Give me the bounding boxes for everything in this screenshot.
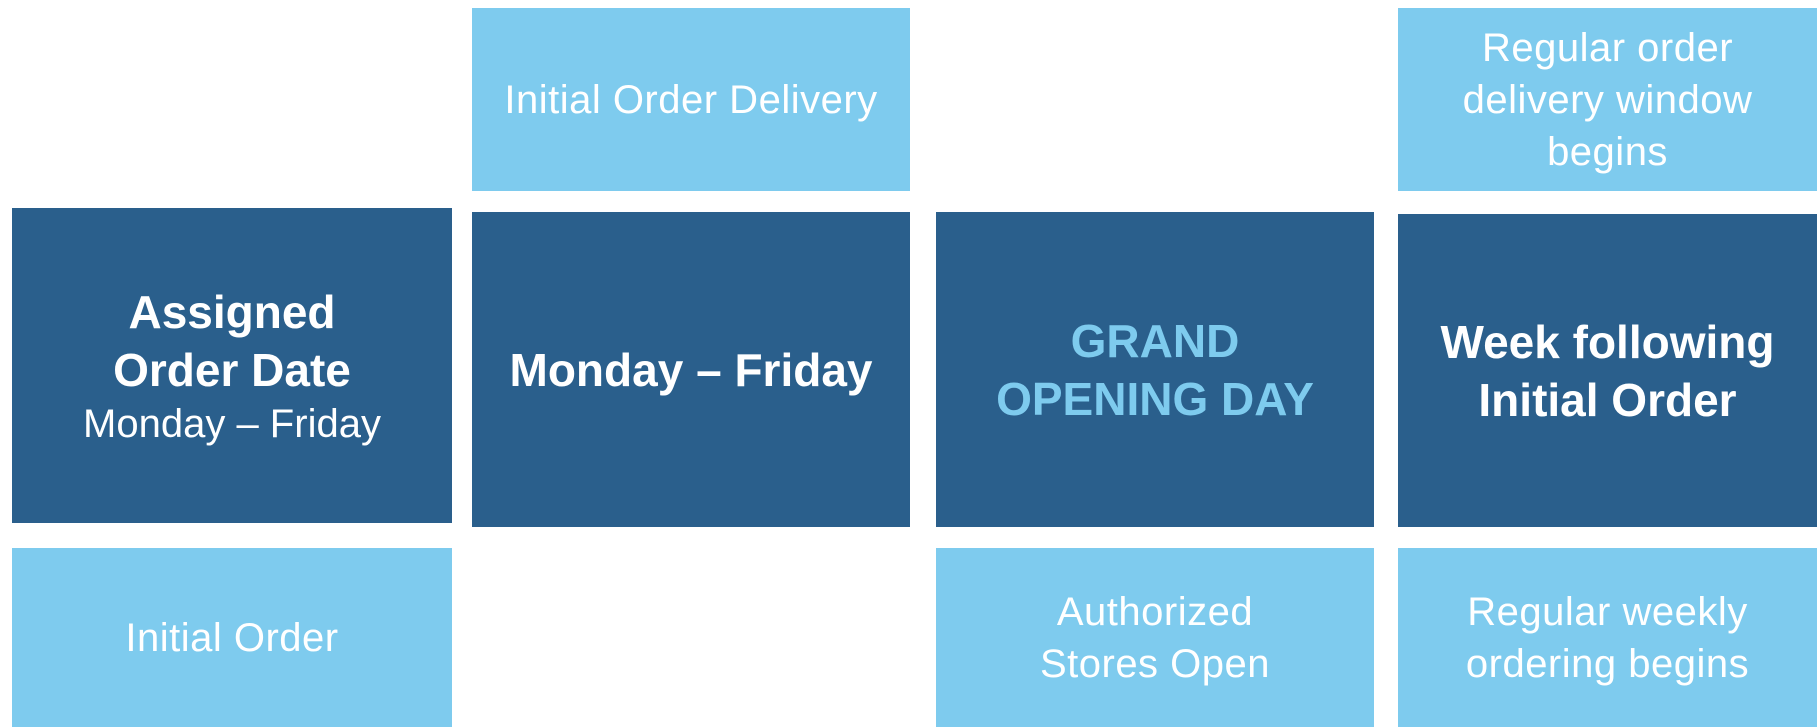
week-following-line-2: Initial Order [1478, 373, 1737, 426]
assigned-order-date-title-line-1: Assigned [128, 285, 336, 338]
authorized-stores-open-line-2: Stores Open [1039, 641, 1271, 686]
week-following-box: Week following Initial Order [1398, 214, 1817, 527]
assigned-order-date-title-line-2: Order Date [113, 343, 351, 396]
authorized-stores-open-box: Authorized Stores Open [936, 548, 1374, 727]
regular-delivery-window-line-3: begins [1547, 129, 1668, 174]
regular-weekly-ordering-box: Regular weekly ordering begins [1398, 548, 1817, 727]
regular-delivery-window-line-1: Regular order [1481, 25, 1734, 70]
regular-weekly-ordering-line-1: Regular weekly [1467, 589, 1748, 634]
monday-friday-label: Monday – Friday [509, 343, 873, 396]
grand-opening-line-1: GRAND [1070, 314, 1240, 367]
assigned-order-date-box: Assigned Order Date Monday – Friday [12, 208, 452, 523]
regular-delivery-window-box: Regular order delivery window begins [1398, 8, 1817, 191]
grand-opening-day-box: GRAND OPENING DAY [936, 212, 1374, 527]
week-following-line-1: Week following [1440, 315, 1775, 368]
regular-delivery-window-line-2: delivery window [1462, 77, 1753, 122]
initial-order-label: Initial Order [125, 615, 339, 660]
monday-friday-box: Monday – Friday [472, 212, 910, 527]
initial-order-delivery-label: Initial Order Delivery [504, 77, 878, 122]
initial-order-delivery-box: Initial Order Delivery [472, 8, 910, 191]
assigned-order-date-subtitle: Monday – Friday [83, 401, 381, 446]
grand-opening-line-2: OPENING DAY [996, 372, 1314, 425]
regular-weekly-ordering-line-2: ordering begins [1465, 641, 1750, 686]
authorized-stores-open-line-1: Authorized [1056, 589, 1254, 634]
initial-order-box: Initial Order [12, 548, 452, 727]
